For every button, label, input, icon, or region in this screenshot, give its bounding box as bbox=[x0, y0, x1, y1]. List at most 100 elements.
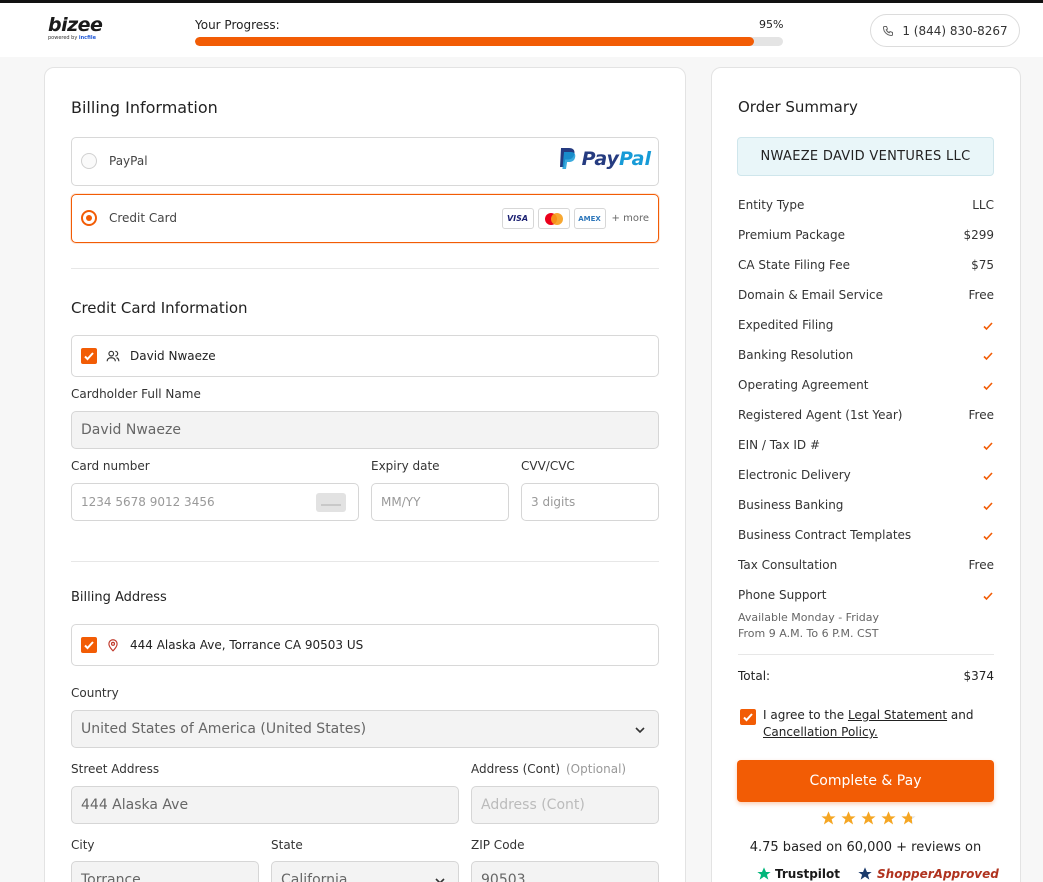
summary-row-value: LLC bbox=[972, 198, 994, 212]
credit-card-title: Credit Card Information bbox=[71, 299, 248, 317]
card-number-label: Card number bbox=[71, 459, 150, 473]
check-icon bbox=[983, 442, 993, 451]
total-value: $374 bbox=[963, 669, 994, 683]
cancellation-policy-link[interactable]: Cancellation Policy. bbox=[763, 725, 878, 739]
state-select[interactable]: California bbox=[271, 861, 459, 882]
country-label: Country bbox=[71, 686, 119, 700]
cardholder-name-input[interactable]: David Nwaeze bbox=[71, 411, 659, 449]
phone-support-hours-days: Available Monday - Friday bbox=[738, 611, 880, 624]
agree-checkbox[interactable] bbox=[740, 709, 756, 725]
star-icon bbox=[841, 811, 856, 825]
bizee-logo[interactable]: bizee powered by incfile bbox=[48, 14, 103, 42]
checkout-form-card bbox=[44, 67, 686, 882]
phone-support-hours-time: From 9 A.M. To 6 P.M. CST bbox=[738, 627, 879, 640]
shopper-approved-badge[interactable]: ShopperApproved bbox=[856, 866, 999, 882]
summary-row: Banking Resolution bbox=[738, 348, 994, 362]
progress-label: Your Progress: bbox=[195, 18, 280, 32]
saved-address[interactable]: 444 Alaska Ave, Torrance CA 90503 US bbox=[71, 624, 659, 666]
shopper-approved-icon bbox=[858, 867, 872, 880]
street-input[interactable]: 444 Alaska Ave bbox=[71, 786, 459, 824]
summary-row-label: Banking Resolution bbox=[738, 348, 854, 362]
mastercard-logo bbox=[537, 208, 570, 229]
paypal-logo: PayPal bbox=[557, 147, 651, 171]
chevron-down-icon bbox=[435, 878, 445, 882]
complete-pay-button[interactable]: Complete & Pay bbox=[737, 760, 994, 802]
checkmark-icon bbox=[84, 641, 94, 650]
summary-row: Registered Agent (1st Year) Free bbox=[738, 408, 994, 422]
address-cont-input[interactable]: Address (Cont) bbox=[471, 786, 659, 824]
card-number-placeholder: 1234 5678 9012 3456 bbox=[81, 495, 215, 509]
section-divider bbox=[71, 268, 659, 269]
summary-row: Entity Type LLC bbox=[738, 198, 994, 212]
star-icon bbox=[861, 811, 876, 825]
summary-row: EIN / Tax ID # bbox=[738, 438, 994, 452]
expiry-input[interactable]: MM/YY bbox=[371, 483, 509, 521]
check-icon bbox=[983, 352, 993, 361]
saved-cardholder-name: David Nwaeze bbox=[130, 349, 216, 363]
check-icon bbox=[983, 322, 993, 331]
phone-button[interactable]: 1 (844) 830-8267 bbox=[870, 14, 1020, 47]
billing-title: Billing Information bbox=[71, 98, 218, 117]
trust-badges: Trustpilot ShopperApproved bbox=[756, 866, 999, 882]
street-label: Street Address bbox=[71, 762, 160, 776]
summary-row: CA State Filing Fee $75 bbox=[738, 258, 994, 272]
payment-option-paypal[interactable]: PayPal PayPal bbox=[71, 137, 659, 186]
summary-row-label: Registered Agent (1st Year) bbox=[738, 408, 903, 422]
check-icon bbox=[983, 532, 993, 541]
amex-logo: AMEX bbox=[573, 208, 606, 229]
visa-logo: VISA bbox=[501, 208, 534, 229]
summary-row-value: $299 bbox=[963, 228, 994, 242]
saved-address-checkbox[interactable] bbox=[81, 637, 97, 653]
summary-row: Domain & Email Service Free bbox=[738, 288, 994, 302]
billing-address-title: Billing Address bbox=[71, 590, 167, 605]
progress-bar bbox=[195, 37, 783, 46]
star-icon bbox=[901, 811, 916, 825]
star-icon bbox=[881, 811, 896, 825]
zip-input[interactable]: 90503 bbox=[471, 861, 659, 882]
paypal-icon bbox=[559, 148, 575, 169]
total-label: Total: bbox=[738, 669, 771, 683]
header: bizee powered by incfile Your Progress: … bbox=[0, 3, 1043, 57]
brand-name: bizee bbox=[48, 14, 103, 36]
cvv-input[interactable]: 3 digits bbox=[521, 483, 659, 521]
powered-by: powered by incfile bbox=[48, 35, 96, 41]
legal-statement-link[interactable]: Legal Statement bbox=[848, 708, 947, 722]
section-divider bbox=[71, 561, 659, 562]
check-icon bbox=[983, 592, 993, 601]
summary-row: Electronic Delivery bbox=[738, 468, 994, 482]
payment-option-credit-card[interactable]: Credit Card VISA AMEX + more bbox=[71, 194, 659, 243]
checkmark-icon bbox=[84, 352, 94, 361]
summary-row-label: Expedited Filing bbox=[738, 318, 834, 332]
zip-label: ZIP Code bbox=[471, 838, 525, 852]
city-input[interactable]: Torrance bbox=[71, 861, 259, 882]
saved-cardholder-checkbox[interactable] bbox=[81, 348, 97, 364]
summary-row-label: EIN / Tax ID # bbox=[738, 438, 821, 452]
summary-row-label: Entity Type bbox=[738, 198, 805, 212]
summary-row-label: Business Contract Templates bbox=[738, 528, 912, 542]
expiry-label: Expiry date bbox=[371, 459, 440, 473]
check-icon bbox=[983, 472, 993, 481]
saved-address-text: 444 Alaska Ave, Torrance CA 90503 US bbox=[130, 638, 364, 652]
summary-row-label: Operating Agreement bbox=[738, 378, 869, 392]
summary-row: Business Contract Templates bbox=[738, 528, 994, 542]
summary-row-value: Free bbox=[968, 408, 994, 422]
summary-row-value: Free bbox=[968, 288, 994, 302]
card-icon bbox=[316, 493, 346, 512]
state-value: California bbox=[281, 872, 348, 882]
credit-card-radio[interactable] bbox=[81, 210, 97, 226]
saved-cardholder[interactable]: David Nwaeze bbox=[71, 335, 659, 377]
order-total: Total: $374 bbox=[738, 669, 994, 683]
summary-row-label: Tax Consultation bbox=[738, 558, 838, 572]
country-select[interactable]: United States of America (United States) bbox=[71, 710, 659, 748]
summary-row: Business Banking bbox=[738, 498, 994, 512]
location-pin-icon bbox=[108, 639, 118, 652]
chevron-down-icon bbox=[635, 727, 645, 734]
paypal-radio[interactable] bbox=[81, 153, 97, 169]
state-label: State bbox=[271, 838, 303, 852]
summary-row-label: Premium Package bbox=[738, 228, 845, 242]
card-number-input[interactable]: 1234 5678 9012 3456 bbox=[71, 483, 359, 521]
phone-number: 1 (844) 830-8267 bbox=[902, 23, 1008, 38]
mastercard-icon bbox=[544, 212, 563, 225]
trustpilot-badge[interactable]: Trustpilot bbox=[756, 866, 840, 882]
summary-row-label: Phone Support bbox=[738, 588, 827, 602]
